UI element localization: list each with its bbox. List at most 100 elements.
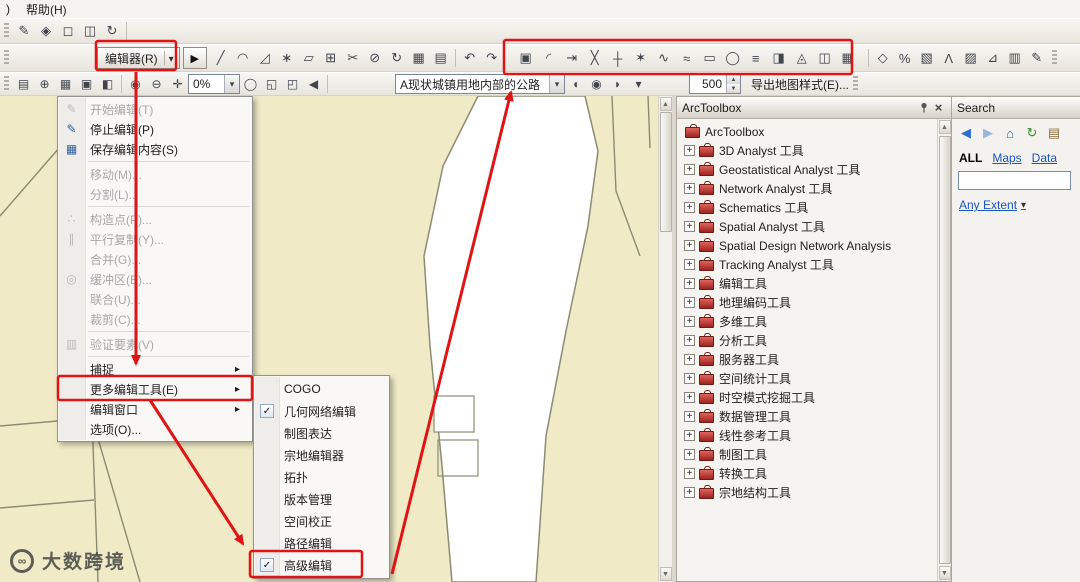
- expand-icon[interactable]: [684, 164, 695, 175]
- toolbar-grip[interactable]: [4, 76, 9, 92]
- straight-segment-icon[interactable]: ╱: [210, 47, 232, 69]
- toolbox-item[interactable]: Geostatistical Analyst 工具: [681, 160, 937, 179]
- refresh-icon[interactable]: ↻: [1022, 123, 1042, 143]
- transparency-combo[interactable]: 0%: [188, 74, 240, 94]
- expand-icon[interactable]: [684, 240, 695, 251]
- expand-icon[interactable]: [684, 145, 695, 156]
- fillet-tool-icon[interactable]: ◜: [538, 47, 560, 69]
- toolbox-item[interactable]: 空间统计工具: [681, 369, 937, 388]
- explode-multipart-icon[interactable]: ✶: [630, 47, 652, 69]
- tab-data[interactable]: Data: [1032, 151, 1057, 165]
- expand-icon[interactable]: [684, 354, 695, 365]
- scrollbar-thumb[interactable]: [938, 136, 951, 564]
- scale-spinner[interactable]: 500: [689, 74, 741, 94]
- toolbox-item[interactable]: 分析工具: [681, 331, 937, 350]
- representation-fill-icon[interactable]: ▧: [916, 47, 938, 69]
- replace-geometry-icon[interactable]: ◨: [768, 47, 790, 69]
- toolbox-item[interactable]: 3D Analyst 工具: [681, 141, 937, 160]
- save-icon[interactable]: ▦: [55, 74, 76, 94]
- refresh-view-icon[interactable]: ↻: [101, 20, 123, 42]
- tab-maps[interactable]: Maps: [992, 151, 1021, 165]
- menu-item-validate-features[interactable]: ▥ 验证要素(V): [58, 334, 252, 354]
- expand-icon[interactable]: [684, 468, 695, 479]
- submenu-item-representation[interactable]: 制图表达: [254, 422, 389, 444]
- menu-item-more-editing-tools[interactable]: 更多编辑工具(E): [58, 379, 252, 399]
- toolbox-item[interactable]: 转换工具: [681, 464, 937, 483]
- combo-dropdown-icon[interactable]: [224, 75, 239, 93]
- select-elements-icon[interactable]: ◻: [57, 20, 79, 42]
- forward-icon[interactable]: ▶: [978, 123, 998, 143]
- submenu-item-topology[interactable]: 拓扑: [254, 466, 389, 488]
- toolbox-item[interactable]: 时空模式挖掘工具: [681, 388, 937, 407]
- menu-item-copy-parallel[interactable]: ∥ 平行复制(Y)...: [58, 229, 252, 249]
- extent-dropdown[interactable]: Any Extent: [959, 198, 1026, 212]
- menu-help[interactable]: 帮助(H): [26, 1, 67, 18]
- submenu-item-geometric-network-editing[interactable]: 几何网络编辑: [254, 400, 389, 422]
- smooth-icon[interactable]: ≈: [676, 47, 698, 69]
- editor-menu-button[interactable]: 编辑器(R): [97, 47, 180, 69]
- menu-item-construct-points[interactable]: ∴ 构造点(P)...: [58, 209, 252, 229]
- menu-item-move[interactable]: 移动(M)...: [58, 164, 252, 184]
- more-options-icon[interactable]: ▾: [628, 74, 649, 94]
- export-map-style-button[interactable]: 导出地图样式(E)...: [751, 76, 849, 93]
- menu-item-merge[interactable]: 合并(G)...: [58, 249, 252, 269]
- viewer-window-icon[interactable]: ◫: [79, 20, 101, 42]
- menu-item-editing-windows[interactable]: 编辑窗口: [58, 399, 252, 419]
- expand-icon[interactable]: [684, 316, 695, 327]
- expand-icon[interactable]: [684, 487, 695, 498]
- catalog-icon[interactable]: ◧: [97, 74, 118, 94]
- route-end-icon[interactable]: ◗: [607, 74, 628, 94]
- scroll-up-icon[interactable]: [659, 97, 672, 111]
- fixed-zoom-in-icon[interactable]: ◱: [261, 74, 282, 94]
- circle-tool-icon[interactable]: ◯: [722, 47, 744, 69]
- route-start-icon[interactable]: ◖: [565, 74, 586, 94]
- snapping-icon[interactable]: ◈: [35, 20, 57, 42]
- cut-polygons-icon[interactable]: ✂: [342, 47, 364, 69]
- submenu-item-versioning[interactable]: 版本管理: [254, 488, 389, 510]
- expand-icon[interactable]: [684, 335, 695, 346]
- expand-icon[interactable]: [684, 392, 695, 403]
- align-edge-icon[interactable]: ≡: [745, 47, 767, 69]
- measure-icon[interactable]: ⊿: [982, 47, 1004, 69]
- close-icon[interactable]: [931, 100, 946, 115]
- menu-item-start-editing[interactable]: ✎ 开始编辑(T): [58, 99, 252, 119]
- tab-all[interactable]: ALL: [959, 151, 982, 165]
- pencil-tool-icon[interactable]: ✎: [1026, 47, 1048, 69]
- tree-root[interactable]: ArcToolbox: [681, 122, 937, 141]
- toolbox-item[interactable]: 地理编码工具: [681, 293, 937, 312]
- reshape-feature-icon[interactable]: ⊞: [320, 47, 342, 69]
- scrollbar-thumb[interactable]: [659, 112, 672, 232]
- expand-icon[interactable]: [684, 221, 695, 232]
- full-extent-icon[interactable]: ◯: [240, 74, 261, 94]
- layer-combo[interactable]: A现状城镇用地内部的公路: [395, 74, 565, 94]
- index-icon[interactable]: ▤: [1044, 123, 1064, 143]
- edit-tool-button[interactable]: ▶: [182, 47, 207, 69]
- expand-icon[interactable]: [684, 449, 695, 460]
- point-tool-icon[interactable]: ∗: [276, 47, 298, 69]
- lambda-node-icon[interactable]: Λ: [938, 47, 960, 69]
- scroll-up-icon[interactable]: [938, 120, 951, 134]
- arc-segment-icon[interactable]: ◠: [232, 47, 254, 69]
- extend-tool-icon[interactable]: ⇥: [561, 47, 583, 69]
- toolbox-item[interactable]: 编辑工具: [681, 274, 937, 293]
- pin-icon[interactable]: [916, 100, 931, 115]
- fixed-zoom-out-icon[interactable]: ◰: [282, 74, 303, 94]
- zoom-out-icon[interactable]: ⊖: [146, 74, 167, 94]
- expand-icon[interactable]: [684, 183, 695, 194]
- generalize-icon[interactable]: ∿: [653, 47, 675, 69]
- rectangle-tool-icon[interactable]: ▭: [699, 47, 721, 69]
- construct-polygons-icon[interactable]: ◬: [791, 47, 813, 69]
- trim-tool-icon[interactable]: ╳: [584, 47, 606, 69]
- map-vertical-scrollbar[interactable]: [658, 96, 672, 582]
- attributes-icon[interactable]: ▦: [408, 47, 430, 69]
- sketch-properties-icon[interactable]: ▤: [430, 47, 452, 69]
- toolbox-item[interactable]: 线性参考工具: [681, 426, 937, 445]
- expand-icon[interactable]: [684, 278, 695, 289]
- submenu-item-parcel-editor[interactable]: 宗地编辑器: [254, 444, 389, 466]
- edit-vertices-icon[interactable]: ▱: [298, 47, 320, 69]
- toolbox-item[interactable]: 多维工具: [681, 312, 937, 331]
- submenu-item-spatial-adjustment[interactable]: 空间校正: [254, 510, 389, 532]
- line-intersection-icon[interactable]: ┼: [607, 47, 629, 69]
- back-icon[interactable]: ◀: [956, 123, 976, 143]
- menu-item-options[interactable]: 选项(O)...: [58, 419, 252, 439]
